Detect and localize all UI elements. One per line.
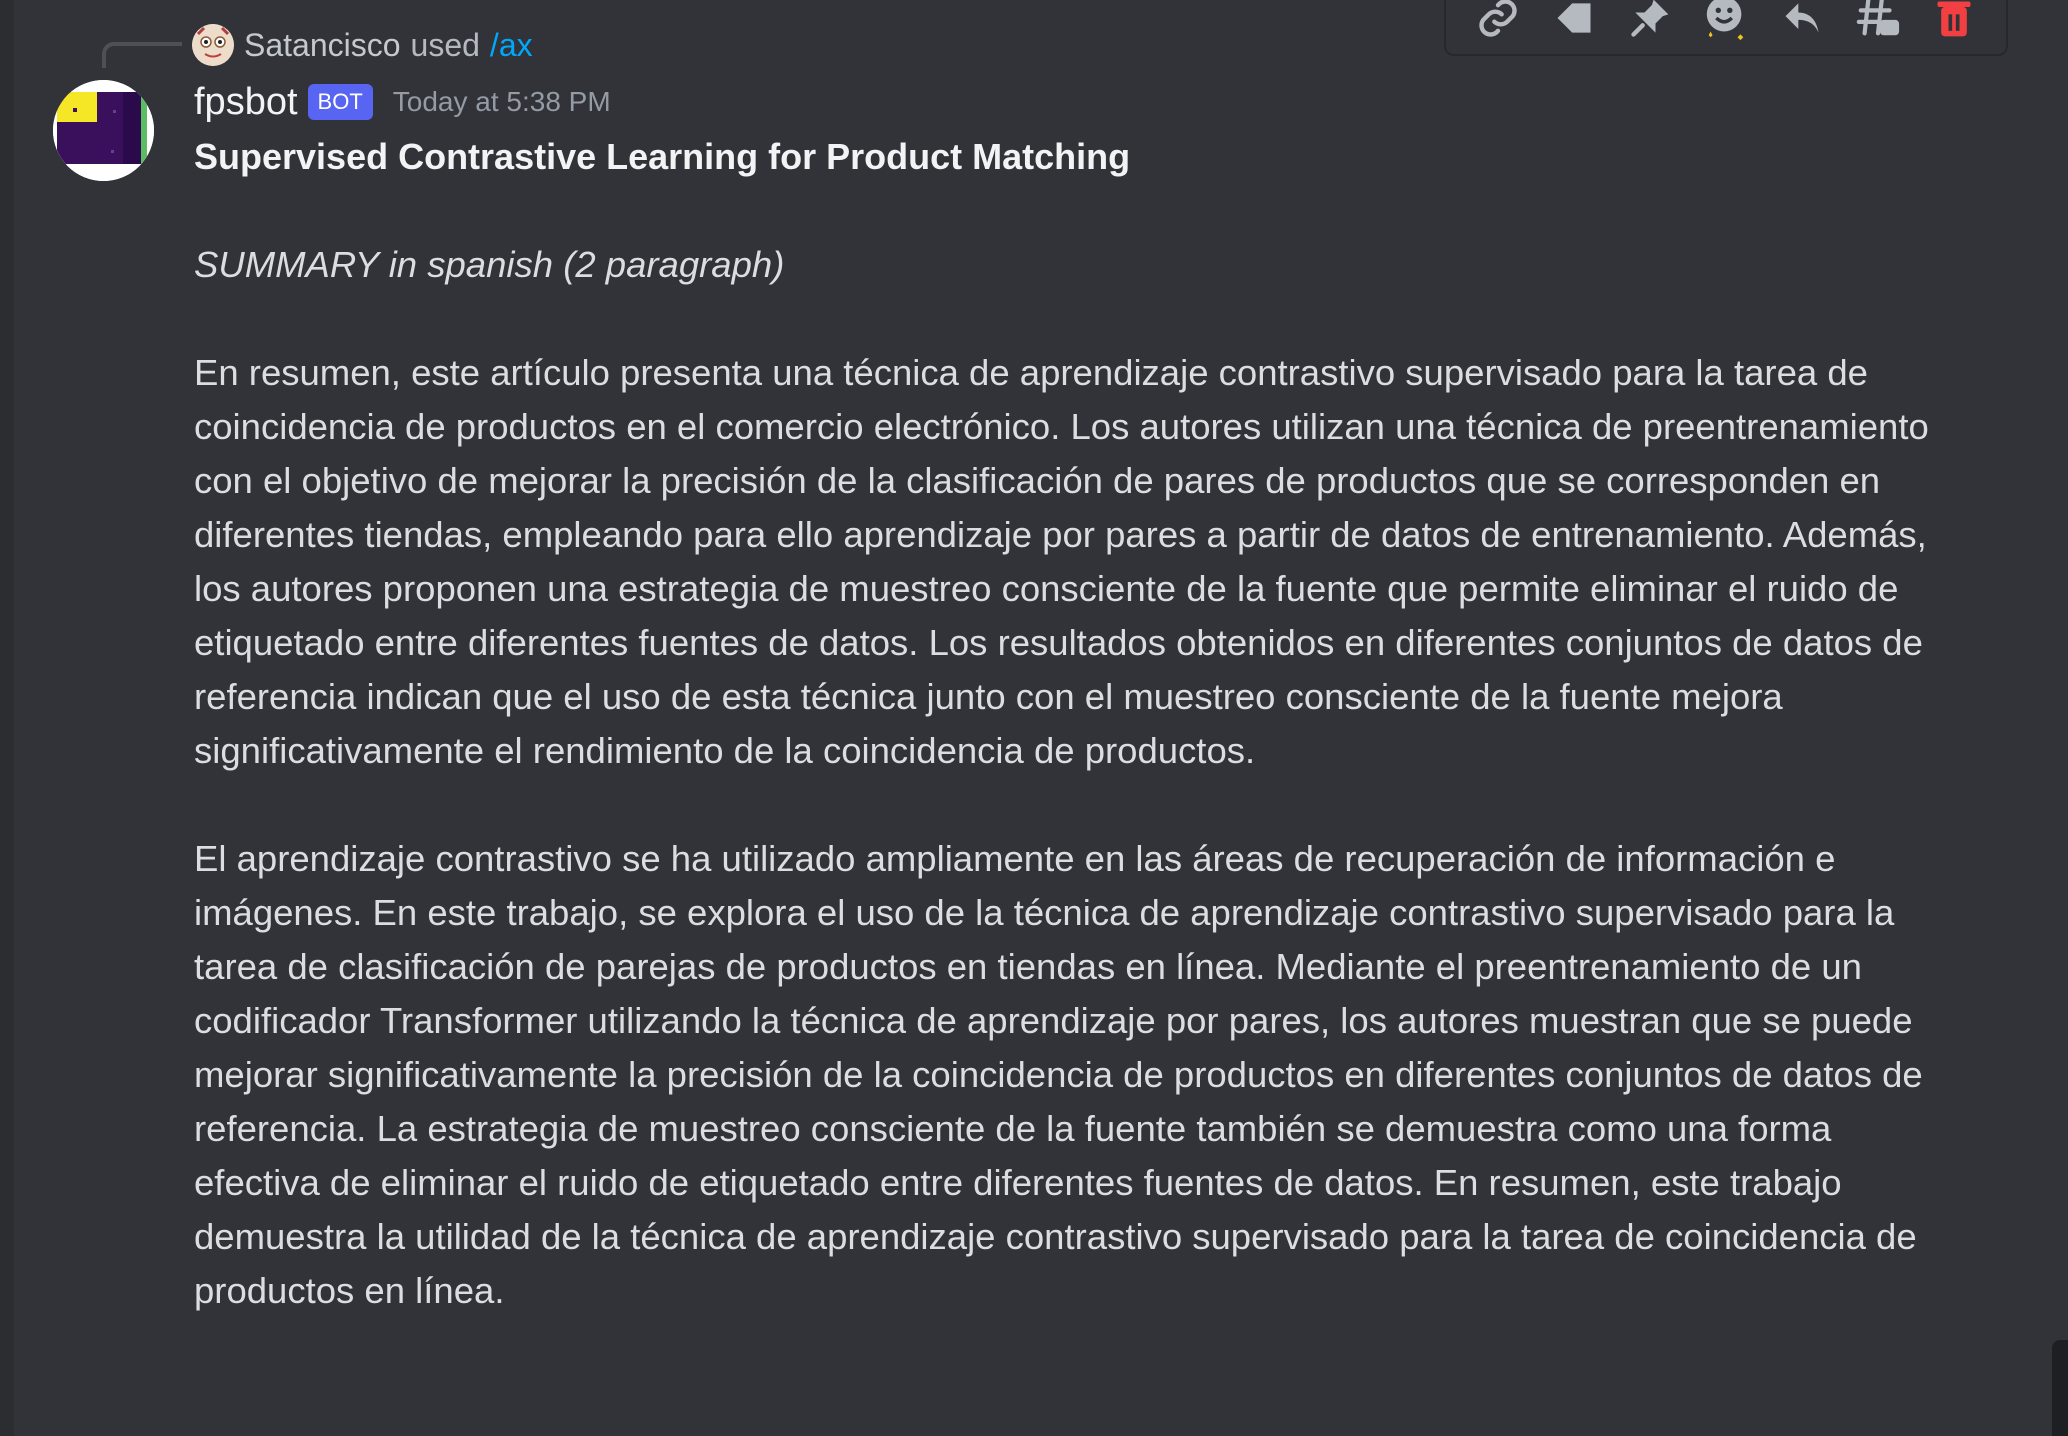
copy-link-button[interactable] — [1468, 0, 1528, 48]
summary-paragraph-2: El aprendizaje contrastivo se ha utiliza… — [194, 838, 1923, 1311]
channel-sidebar-edge — [0, 0, 14, 1436]
scrollbar-thumb[interactable] — [2052, 1340, 2068, 1436]
reply-used-label: used — [410, 26, 480, 63]
command-invocation[interactable]: Satancisco used /ax — [192, 20, 533, 70]
summary-paragraph-1: En resumen, este artículo presenta una t… — [194, 352, 1929, 771]
message-header: fpsbot BOT Today at 5:38 PM — [194, 76, 611, 128]
delete-message-button[interactable] — [1924, 0, 1984, 48]
add-reaction-button[interactable] — [1696, 0, 1756, 48]
message-subtitle: SUMMARY in spanish (2 paragraph) — [194, 244, 785, 285]
replied-user-avatar[interactable] — [192, 24, 234, 66]
apps-button[interactable] — [1544, 0, 1604, 48]
link-icon — [1479, 0, 1517, 37]
message-timestamp[interactable]: Today at 5:38 PM — [393, 86, 611, 118]
create-thread-button[interactable] — [1848, 0, 1908, 48]
pin-icon — [1631, 0, 1669, 37]
bot-username[interactable]: fpsbot — [194, 81, 298, 124]
message-content: Supervised Contrastive Learning for Prod… — [194, 130, 1934, 1318]
message-title: Supervised Contrastive Learning for Prod… — [194, 136, 1131, 177]
delete-icon — [1937, 1, 1971, 37]
pin-message-button[interactable] — [1620, 0, 1680, 48]
slash-command-link[interactable]: /ax — [490, 27, 533, 64]
discord-chat-view: Satancisco used /ax fpsbot BOT Today at … — [0, 0, 2068, 1436]
replied-username[interactable]: Satancisco — [244, 27, 401, 64]
reply-spine — [102, 42, 182, 68]
add-reaction-icon — [1706, 0, 1744, 41]
create-thread-icon — [1856, 0, 1900, 36]
reply-button[interactable] — [1772, 0, 1832, 48]
tag-icon — [1557, 3, 1591, 33]
reply-icon — [1785, 3, 1819, 33]
bot-badge: BOT — [307, 84, 373, 120]
message-actions-toolbar — [1444, 0, 2008, 56]
bot-avatar[interactable] — [53, 80, 154, 181]
